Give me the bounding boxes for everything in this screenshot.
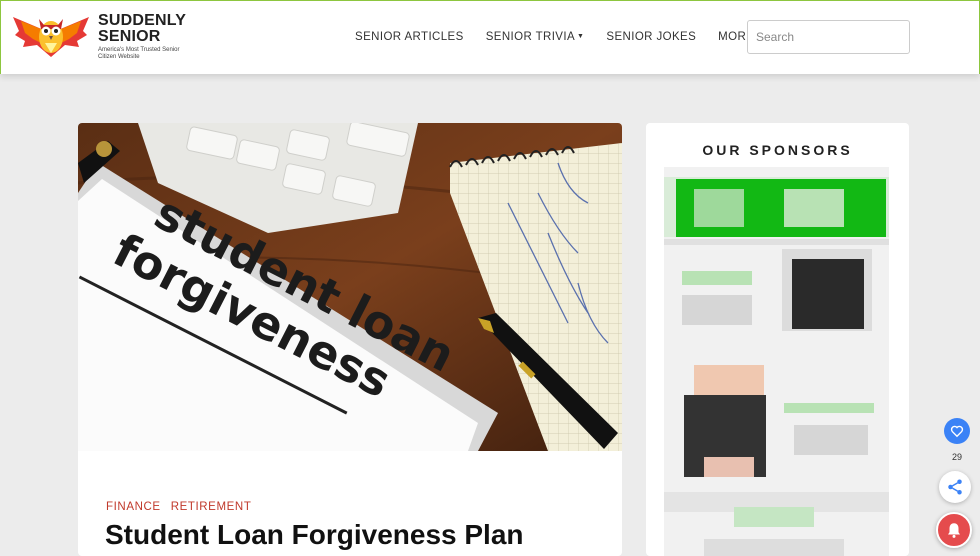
site-logo[interactable]: SUDDENLY SENIOR America's Most Trusted S… <box>11 11 201 65</box>
site-header: SUDDENLY SENIOR America's Most Trusted S… <box>0 0 980 74</box>
article-title[interactable]: Student Loan Forgiveness Plan <box>105 519 524 551</box>
category-retirement[interactable]: RETIREMENT <box>171 501 252 513</box>
bell-icon <box>948 523 960 538</box>
logo-text: SUDDENLY SENIOR America's Most Trusted S… <box>98 13 188 61</box>
nav-senior-trivia[interactable]: SENIOR TRIVIA ▼ <box>486 31 585 43</box>
notification-bell-button[interactable] <box>936 512 972 548</box>
category-finance[interactable]: FINANCE <box>106 501 161 513</box>
nav-label: SENIOR ARTICLES <box>355 31 464 43</box>
search-input[interactable] <box>747 20 910 54</box>
share-count: 29 <box>951 452 962 462</box>
share-button[interactable] <box>939 471 971 503</box>
article-hero-image[interactable]: student loan forgiveness <box>78 123 622 451</box>
nav-senior-jokes[interactable]: SENIOR JOKES <box>606 31 696 43</box>
sponsors-title: OUR SPONSORS <box>702 142 853 158</box>
nav-senior-articles[interactable]: SENIOR ARTICLES <box>355 31 464 43</box>
main-nav: SENIOR ARTICLES SENIOR TRIVIA ▼ SENIOR JO… <box>355 31 796 43</box>
like-button[interactable] <box>944 418 970 444</box>
caret-down-icon: ▼ <box>577 33 585 40</box>
logo-name-line2: SENIOR <box>98 28 161 45</box>
heart-icon <box>950 425 964 438</box>
article-categories: FINANCE RETIREMENT <box>106 501 261 513</box>
sponsor-ad-pixelated[interactable] <box>664 167 889 556</box>
nav-label: SENIOR JOKES <box>606 31 697 43</box>
logo-tagline: America's Most Trusted Senior Citizen We… <box>98 47 180 60</box>
sponsors-sidebar: OUR SPONSORS <box>646 123 909 556</box>
featured-article-card[interactable]: student loan forgiveness FINANCE RETIREM… <box>78 123 622 556</box>
nav-label: SENIOR TRIVIA <box>485 31 576 43</box>
share-icon <box>948 479 962 495</box>
logo-name-line1: SUDDENLY <box>98 12 187 29</box>
owl-logo-icon <box>13 17 89 57</box>
